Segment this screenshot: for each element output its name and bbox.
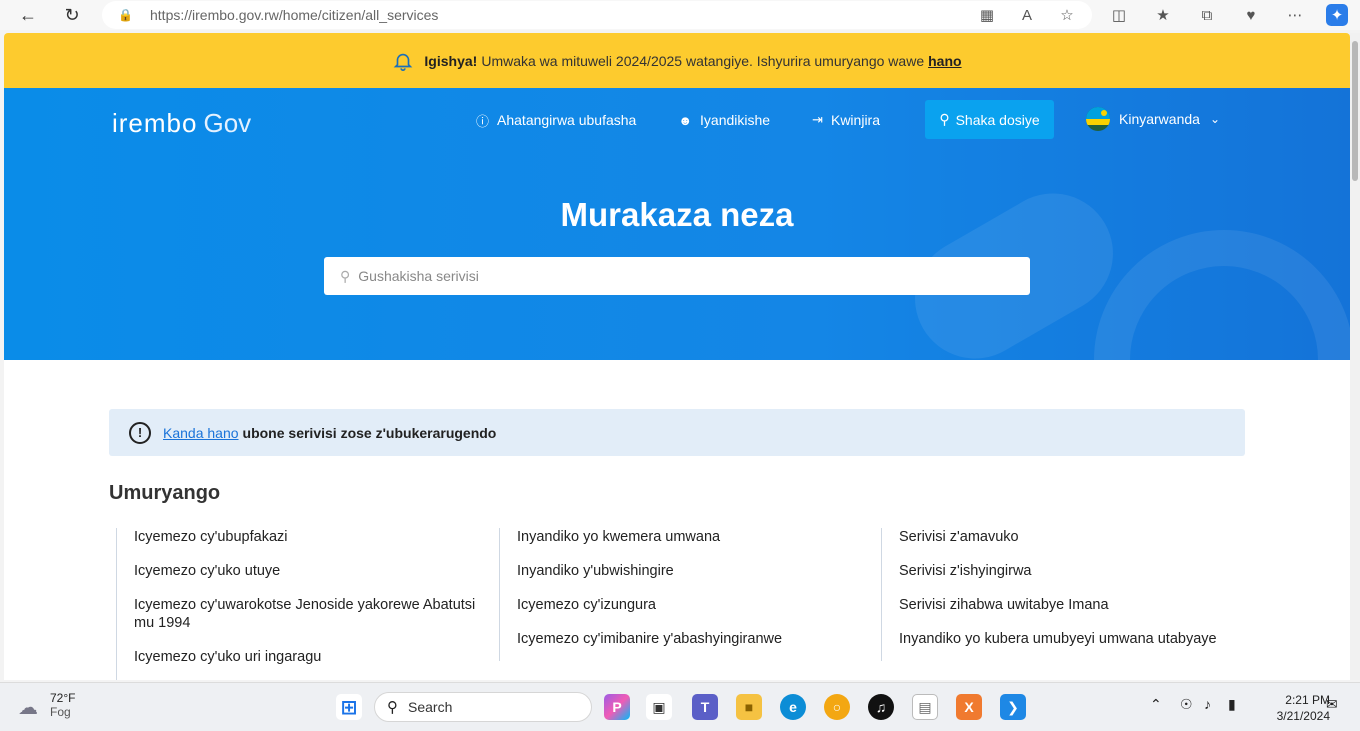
section-title: Umuryango bbox=[109, 482, 221, 504]
tourism-info-banner: ! Kanda hano ubone serivisi zose z'ubuke… bbox=[109, 409, 1245, 456]
task-view-icon[interactable]: ▣ bbox=[646, 694, 672, 720]
help-circle-icon: ⓘ bbox=[476, 113, 490, 129]
back-icon[interactable]: ← bbox=[16, 4, 40, 26]
user-plus-icon: ☻ bbox=[678, 112, 693, 128]
service-link[interactable]: Serivisi zihabwa uwitabye Imana bbox=[899, 596, 1266, 614]
language-selector[interactable]: Kinyarwanda ⌄ bbox=[1086, 107, 1220, 131]
logo-gov: Gov bbox=[203, 108, 252, 138]
service-link[interactable]: Icyemezo cy'imibanire y'abashyingiranwe bbox=[517, 630, 879, 648]
nav-help-label: Ahatangirwa ubufasha bbox=[497, 112, 637, 128]
address-bar[interactable]: 🔒 https://irembo.gov.rw/home/citizen/all… bbox=[102, 1, 1092, 29]
chevron-up-icon[interactable]: ⌃ bbox=[1150, 696, 1162, 713]
edge-icon[interactable]: e bbox=[780, 694, 806, 720]
service-link[interactable]: Serivisi z'amavuko bbox=[899, 528, 1266, 546]
teams-icon[interactable]: T bbox=[692, 694, 718, 720]
service-columns: Icyemezo cy'ubupfakazi Icyemezo cy'uko u… bbox=[116, 528, 1266, 680]
service-search-box[interactable]: ⚲ bbox=[324, 257, 1030, 295]
service-column-3: Serivisi z'amavuko Serivisi z'ishyingirw… bbox=[881, 528, 1266, 661]
tourism-link[interactable]: Kanda hano bbox=[163, 425, 239, 441]
search-icon: ⚲ bbox=[387, 699, 398, 716]
service-link[interactable]: Icyemezo cy'uko uri ingaragu bbox=[134, 648, 496, 666]
favorite-star-icon[interactable]: ☆ bbox=[1056, 4, 1078, 26]
irembo-logo[interactable]: irembo Gov bbox=[112, 108, 251, 139]
copilot-pre-icon[interactable]: P bbox=[604, 694, 630, 720]
announcement-label: Igishya! bbox=[424, 52, 478, 69]
weather-widget[interactable]: ☁ 72°F Fog bbox=[18, 691, 75, 719]
volume-icon[interactable]: ♪ bbox=[1204, 696, 1211, 712]
tiktok-icon[interactable]: ♫ bbox=[868, 694, 894, 720]
hero-section: irembo Gov ⓘ Ahatangirwa ubufasha ☻ Iyan… bbox=[4, 88, 1350, 360]
favorites-icon[interactable]: ★ bbox=[1152, 4, 1174, 26]
service-link[interactable]: Icyemezo cy'izungura bbox=[517, 596, 879, 614]
read-aloud-icon[interactable]: A bbox=[1016, 4, 1038, 26]
fog-icon: ☁ bbox=[18, 697, 38, 719]
search-file-button[interactable]: ⚲ Shaka dosiye bbox=[925, 100, 1054, 139]
battery-icon[interactable]: ▮ bbox=[1228, 696, 1236, 713]
service-link[interactable]: Icyemezo cy'ubupfakazi bbox=[134, 528, 496, 546]
taskbar-search-label: Search bbox=[408, 699, 453, 715]
service-link[interactable]: Icyemezo cy'uko utuye bbox=[134, 562, 496, 580]
windows-start-icon[interactable]: ⊞ bbox=[336, 694, 362, 720]
app-available-icon[interactable]: ▦ bbox=[976, 4, 998, 26]
nav-login-label: Kwinjira bbox=[830, 112, 880, 128]
nav-register-link[interactable]: ☻ Iyandikishe bbox=[678, 112, 770, 128]
search-icon: ⚲ bbox=[340, 267, 351, 284]
nav-help-link[interactable]: ⓘ Ahatangirwa ubufasha bbox=[476, 111, 636, 130]
service-link[interactable]: Inyandiko y'ubwishingire bbox=[517, 562, 879, 580]
refresh-icon[interactable]: ↻ bbox=[60, 4, 84, 26]
service-column-2: Inyandiko yo kwemera umwana Inyandiko y'… bbox=[499, 528, 879, 661]
xampp-icon[interactable]: X bbox=[956, 694, 982, 720]
announcement-bar: Igishya! Umwaka wa mituweli 2024/2025 wa… bbox=[4, 33, 1350, 88]
nav-register-label: Iyandikishe bbox=[700, 112, 771, 128]
weather-condition: Fog bbox=[50, 705, 71, 719]
rwanda-flag-icon bbox=[1086, 107, 1110, 131]
exclamation-icon: ! bbox=[129, 421, 151, 444]
lock-icon: 🔒 bbox=[118, 8, 133, 22]
service-link[interactable]: Serivisi z'ishyingirwa bbox=[899, 562, 1266, 580]
vscode-icon[interactable]: ❯ bbox=[1000, 694, 1026, 720]
bell-icon bbox=[394, 53, 413, 71]
file-explorer-icon[interactable]: ■ bbox=[736, 694, 762, 720]
system-clock[interactable]: 2:21 PM 3/21/2024 bbox=[1277, 692, 1330, 724]
chevron-down-icon: ⌄ bbox=[1209, 112, 1220, 126]
windows-taskbar: ☁ 72°F Fog ⊞ ⚲ Search P ▣ T ■ e ○ ♫ ▤ X … bbox=[0, 682, 1360, 731]
tourism-text: ubone serivisi zose z'ubukerarugendo bbox=[242, 424, 497, 441]
service-column-1: Icyemezo cy'ubupfakazi Icyemezo cy'uko u… bbox=[116, 528, 496, 680]
service-link[interactable]: Inyandiko yo kwemera umwana bbox=[517, 528, 879, 546]
page-viewport: Igishya! Umwaka wa mituweli 2024/2025 wa… bbox=[4, 33, 1350, 680]
notepad-icon[interactable]: ▤ bbox=[912, 694, 938, 720]
split-screen-icon[interactable]: ◫ bbox=[1108, 4, 1130, 26]
announcement-text: Umwaka wa mituweli 2024/2025 watangiye. … bbox=[481, 52, 925, 69]
search-file-label: Shaka dosiye bbox=[955, 111, 1040, 128]
weather-temp: 72°F bbox=[50, 691, 76, 705]
logo-brand: irembo bbox=[112, 108, 198, 138]
taskbar-search[interactable]: ⚲ Search bbox=[374, 692, 592, 722]
collections-icon[interactable]: ⧉ bbox=[1196, 4, 1218, 26]
browser-toolbar: ← ↻ 🔒 https://irembo.gov.rw/home/citizen… bbox=[0, 0, 1360, 30]
wifi-icon[interactable]: ☉ bbox=[1180, 696, 1193, 713]
hero-decoration bbox=[1094, 230, 1350, 360]
nav-login-link[interactable]: ⇥ Kwinjira bbox=[812, 112, 880, 128]
service-link[interactable]: Inyandiko yo kubera umubyeyi umwana utab… bbox=[899, 630, 1266, 648]
scrollbar-thumb[interactable] bbox=[1352, 41, 1358, 181]
page-title: Murakaza neza bbox=[560, 196, 794, 233]
service-link[interactable]: Icyemezo cy'uwarokotse Jenoside yakorewe… bbox=[134, 596, 496, 632]
browser-essentials-icon[interactable]: ♥ bbox=[1240, 4, 1262, 26]
page-scrollbar[interactable] bbox=[1350, 33, 1360, 680]
url-text: https://irembo.gov.rw/home/citizen/all_s… bbox=[150, 7, 439, 23]
copilot-icon[interactable]: ✦ bbox=[1326, 4, 1348, 26]
clock-date: 3/21/2024 bbox=[1276, 709, 1330, 723]
more-menu-icon[interactable]: ⋯ bbox=[1284, 4, 1306, 26]
notification-bell-icon[interactable]: ✉ bbox=[1326, 696, 1338, 713]
language-label: Kinyarwanda bbox=[1119, 111, 1200, 127]
top-navigation: ⓘ Ahatangirwa ubufasha ☻ Iyandikishe ⇥ K… bbox=[476, 100, 922, 140]
service-search-input[interactable] bbox=[358, 268, 959, 284]
clock-time: 2:21 PM bbox=[1285, 693, 1330, 707]
login-icon: ⇥ bbox=[812, 112, 823, 127]
vpn-icon[interactable]: ○ bbox=[824, 694, 850, 720]
announcement-link[interactable]: hano bbox=[928, 53, 961, 69]
search-icon: ⚲ bbox=[939, 111, 950, 127]
